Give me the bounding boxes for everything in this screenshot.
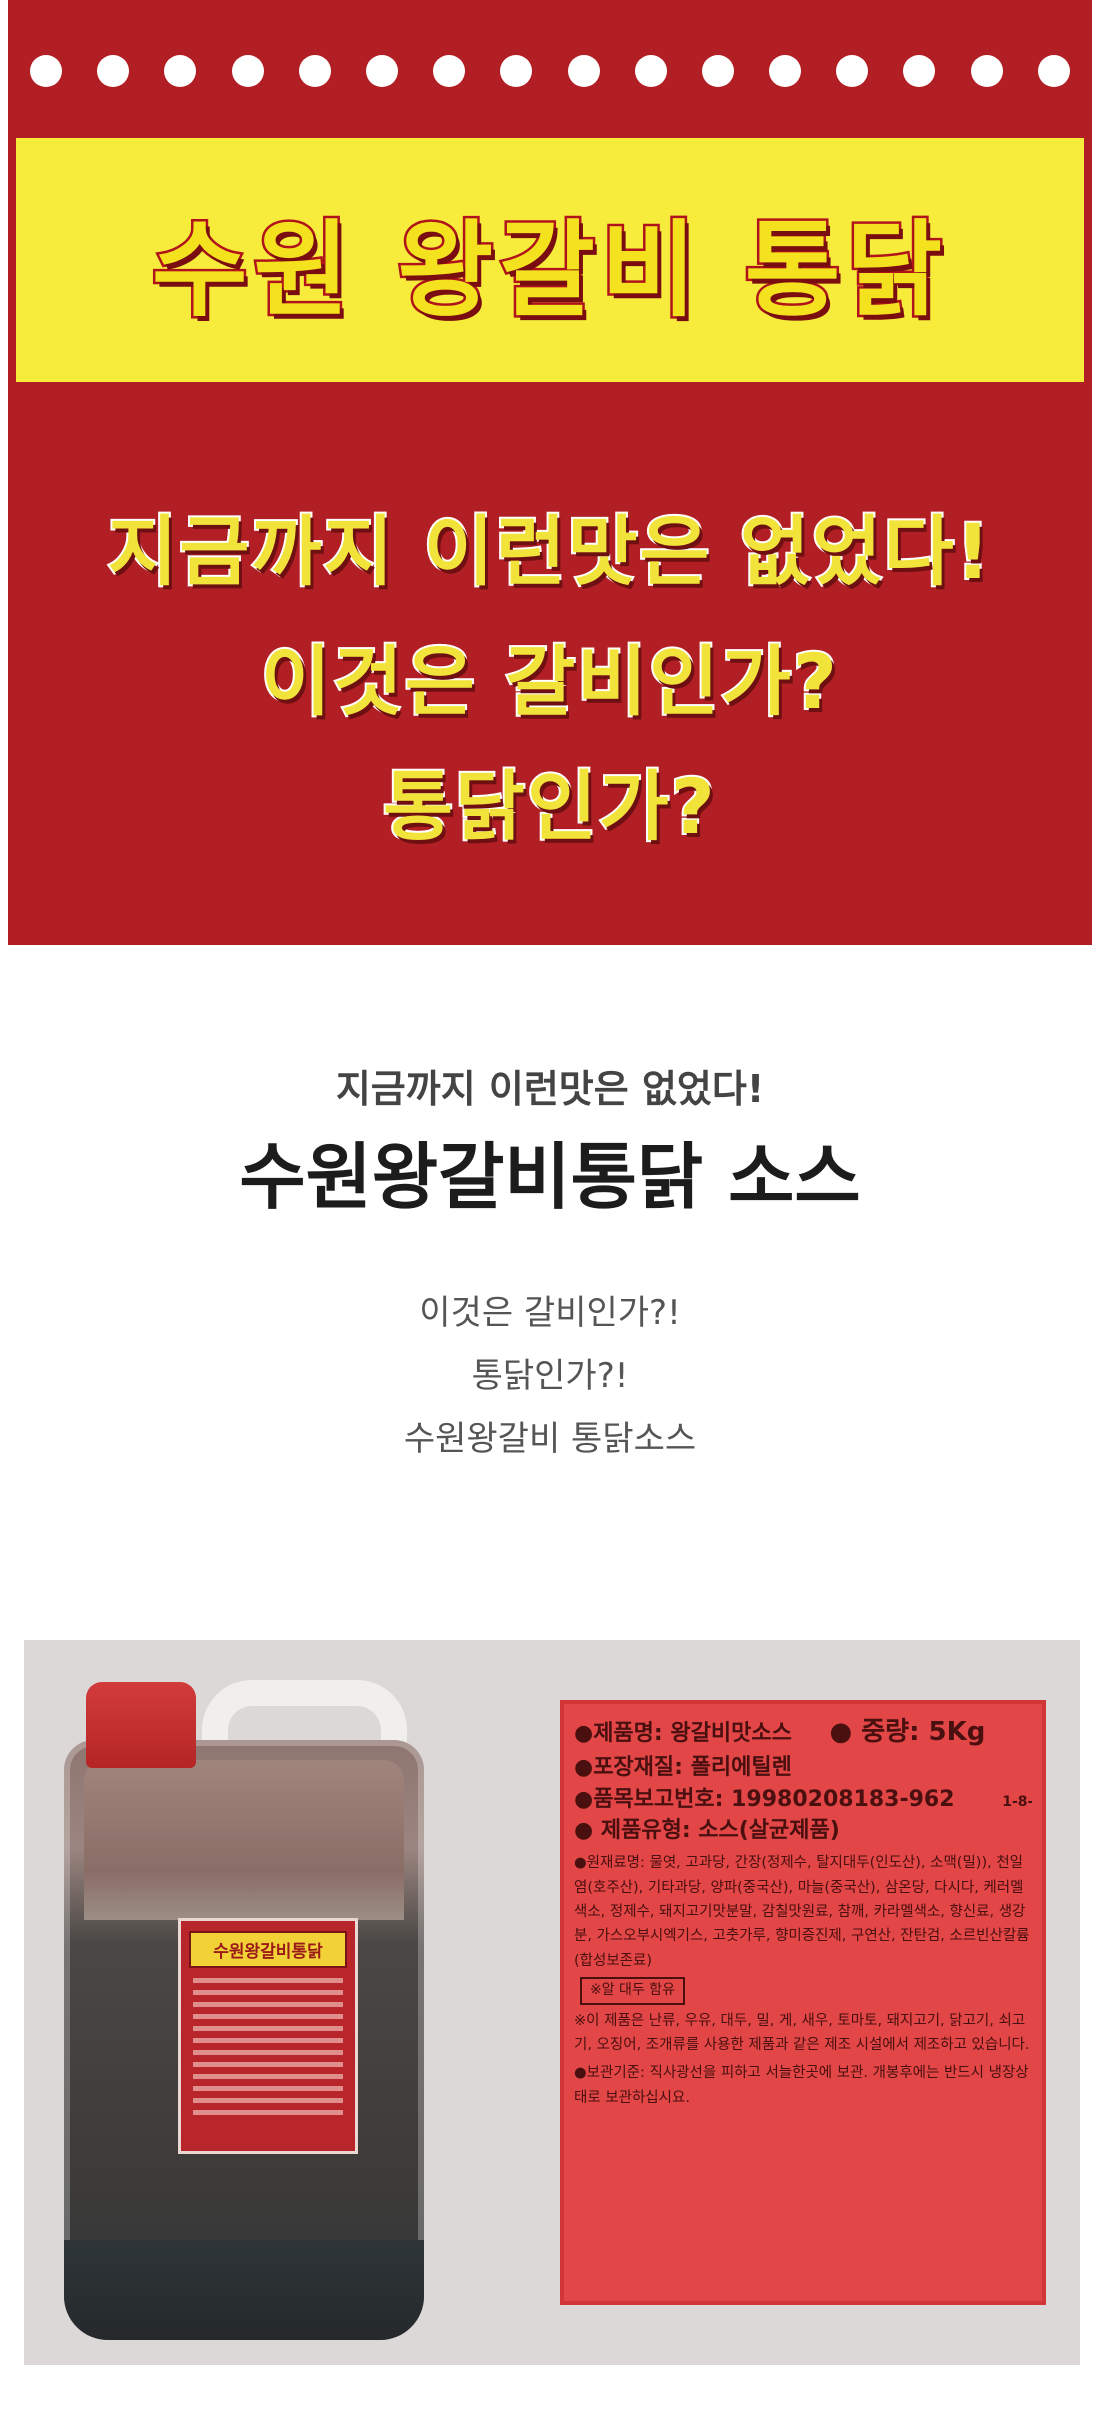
label-product-name: ●제품명: 왕갈비맛소스 <box>574 1721 792 1746</box>
dot <box>701 55 734 87</box>
label-code: 1-8-111319 <box>1002 1793 1032 1810</box>
description-line: 수원왕갈비 통닭소스 <box>403 1419 697 1459</box>
jug-label-fine-print <box>189 1978 347 2115</box>
banner-title: 수원 왕갈비 통닭 <box>149 206 949 333</box>
label-weight: ● 중량: 5Kg <box>829 1717 986 1747</box>
dot <box>769 55 802 87</box>
label-packaging: ●포장재질: 폴리에틸렌 <box>574 1754 792 1780</box>
dot <box>298 55 331 87</box>
label-row-name: ●제품명: 왕갈비맛소스 ● 중량: 5Kg <box>574 1714 1032 1752</box>
promo-banner: 수원 왕갈비 통닭 지금까지 이런맛은 없었다! 이것은 갈비인가? 통닭인가? <box>8 0 1092 945</box>
jug-cap <box>86 1682 196 1768</box>
dot <box>903 55 936 87</box>
product-photo: 수원왕갈비통닭 ●제품명: 왕갈비맛소스 ● 중량: 5Kg ●포장재질: 폴리… <box>24 1640 1080 2365</box>
dot <box>30 55 62 87</box>
decorative-dots <box>8 55 1092 91</box>
label-allergy: ※알 대두 함유 <box>580 1977 686 2005</box>
dot <box>634 55 667 87</box>
jug-label-title: 수원왕갈비통닭 <box>189 1931 347 1968</box>
description-line: 통닭인가?! <box>471 1356 629 1396</box>
dot <box>97 55 130 87</box>
slogan-line: 지금까지 이런맛은 없었다! <box>106 505 993 598</box>
jug-base <box>64 2240 424 2340</box>
label-product-type: ● 제품유형: 소스(살균제품) <box>574 1818 840 1844</box>
title-strip: 수원 왕갈비 통닭 <box>16 138 1084 382</box>
label-notice: ※이 제품은 난류, 우유, 대두, 밀, 게, 새우, 토마토, 돼지고기, … <box>574 2012 1030 2054</box>
dot <box>231 55 264 87</box>
label-storage: ●보관기준: 직사광선을 피하고 서늘한곳에 보관. 개봉후에는 반드시 냉장상… <box>574 2065 1029 2106</box>
description-line: 이것은 갈비인가?! <box>419 1293 681 1333</box>
dot <box>164 55 197 87</box>
dot <box>1037 55 1070 87</box>
subheading: 지금까지 이런맛은 없었다! <box>335 1067 765 1111</box>
label-ingredients: ●원재료명: 물엿, 고과당, 간장(정제수, 탈지대두(인도산), 소맥(밀)… <box>574 1855 1030 1969</box>
dot <box>500 55 533 87</box>
label-report-number: ●품목보고번호: 19980208183-962 <box>574 1786 955 1812</box>
dot <box>836 55 869 87</box>
slogan-line: 통닭인가? <box>381 760 717 853</box>
jug-label: 수원왕갈비통닭 <box>178 1918 358 2154</box>
label-row-report: ●품목보고번호: 19980208183-962 1-8-111319 <box>574 1784 1032 1816</box>
product-headline: 수원왕갈비통닭 소스 <box>239 1135 861 1219</box>
jug-sauce-top <box>84 1760 404 1920</box>
label-allergy-row: ※알 대두 함유 <box>574 1977 1032 2005</box>
dot <box>433 55 466 87</box>
dot <box>970 55 1003 87</box>
product-info-label: ●제품명: 왕갈비맛소스 ● 중량: 5Kg ●포장재질: 폴리에틸렌 ●품목보… <box>560 1700 1046 2305</box>
slogan-line: 이것은 갈비인가? <box>259 635 839 728</box>
dot <box>365 55 398 87</box>
dot <box>567 55 600 87</box>
